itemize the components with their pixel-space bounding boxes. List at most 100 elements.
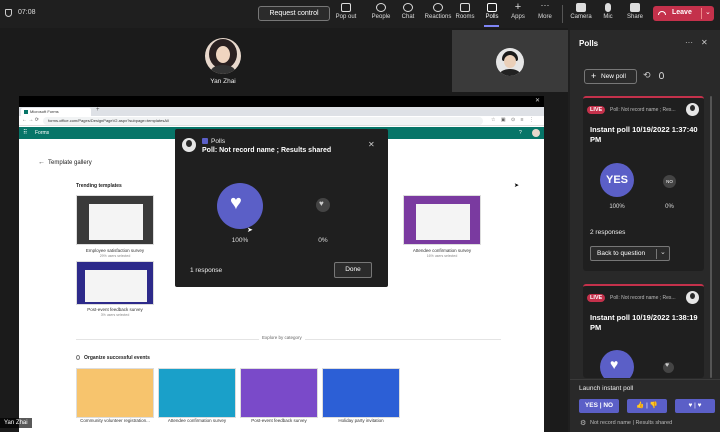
reactions-label: Reactions (424, 14, 452, 20)
launch-thumbs-button[interactable]: 👍 | 👎 (627, 399, 667, 413)
camera-icon (576, 3, 586, 12)
template-employee-satisfaction[interactable] (76, 195, 154, 245)
poll-card: LIVE Poll: Not record name ; Res... Inst… (583, 284, 704, 378)
user-avatar[interactable] (532, 129, 540, 137)
plus-icon: + (591, 71, 597, 81)
option2-percent: 0% (318, 237, 328, 244)
no-bubble: NO (663, 175, 676, 188)
template-usage: 16% users selected (426, 254, 458, 258)
help-icon[interactable]: ? (519, 130, 522, 136)
self-body (500, 69, 520, 76)
more-options-icon[interactable]: ··· (685, 38, 693, 47)
panel-divider (570, 379, 720, 380)
launch-instant-poll-label: Launch instant poll (579, 385, 634, 392)
rooms-label: Rooms (455, 14, 475, 20)
share-button[interactable]: Share (622, 3, 648, 20)
event-caption: Community volunteer registration... (80, 418, 150, 423)
back-to-question-button[interactable]: Back to question ⌄ (590, 246, 670, 261)
template-attendee-confirmation[interactable] (403, 195, 481, 245)
new-tab-icon[interactable]: + (96, 107, 100, 113)
event-template[interactable] (240, 368, 318, 418)
new-poll-label: New poll (601, 73, 626, 80)
launch-hearts-button[interactable]: ♥ | ♥ (675, 399, 715, 413)
event-template[interactable] (322, 368, 400, 418)
chat-button[interactable]: Chat (395, 3, 421, 20)
avatar-face (216, 46, 230, 63)
rooms-button[interactable]: Rooms (452, 3, 478, 20)
reactions-icon (433, 3, 443, 12)
back-arrow-icon[interactable]: ← (38, 159, 45, 166)
event-template[interactable] (76, 368, 154, 418)
panel-scrollbar[interactable] (710, 96, 712, 378)
camera-label: Camera (570, 14, 592, 20)
phone-hangup-icon (658, 11, 666, 15)
settings-gear-icon[interactable]: ⚙ (580, 419, 586, 427)
launch-yes-no-button[interactable]: YES | NO (579, 399, 619, 413)
url-text: forms.office.com/Pages/DesignPageV2.aspx… (48, 118, 169, 123)
mouse-cursor: ➤ (247, 227, 253, 234)
poll-card-header: Poll: Not record name ; Res... (610, 295, 676, 301)
share-label: Share (626, 14, 643, 20)
poll-card-avatar (686, 291, 699, 304)
reactions-button[interactable]: Reactions (423, 3, 453, 20)
close-icon[interactable]: ✕ (368, 140, 375, 149)
mic-label: Mic (603, 14, 613, 20)
heart-bubble-empty: ♥ (663, 362, 674, 373)
mic-button[interactable]: Mic (595, 3, 621, 20)
lightbulb-icon[interactable] (659, 72, 664, 79)
option1-percent: 100% (231, 237, 249, 244)
polls-app-icon (202, 138, 208, 144)
apps-button[interactable]: + Apps (505, 2, 531, 21)
camera-button[interactable]: Camera (568, 3, 594, 20)
new-poll-button[interactable]: + New poll (584, 69, 637, 84)
chat-label: Chat (401, 14, 415, 20)
heart-icon: ♥ (610, 356, 619, 372)
people-label: People (371, 14, 391, 20)
request-control-button[interactable]: Request control (258, 6, 330, 21)
trending-heading: Trending templates (76, 183, 122, 189)
event-caption: Post-event feedback survey (251, 418, 307, 423)
event-caption: Holiday party invitation (338, 418, 384, 423)
polls-icon (487, 3, 497, 12)
template-caption: Post-event feedback survey (87, 307, 143, 312)
close-icon: ✕ (535, 98, 541, 104)
chevron-down-icon[interactable]: ⌄ (705, 8, 711, 16)
heart-icon: ♥ (319, 199, 324, 208)
participant-avatar (205, 38, 241, 74)
meeting-toolbar: 07:08 Request control Pop out People Cha… (0, 0, 720, 28)
button-divider (656, 249, 657, 259)
done-button[interactable]: Done (334, 262, 372, 278)
history-icon[interactable]: ⟲ (643, 70, 651, 81)
back-to-question-label: Back to question (597, 250, 646, 257)
poll-author-avatar (182, 138, 196, 152)
poll-card-title: Instant poll 10/19/2022 1:38:19 PM (590, 313, 698, 332)
address-bar[interactable]: forms.office.com/Pages/DesignPageV2.aspx… (43, 117, 483, 125)
template-preview (89, 204, 143, 240)
people-icon (376, 3, 386, 12)
mic-icon (605, 3, 611, 12)
participant-name: Yan Zhai (210, 78, 236, 85)
waffle-icon[interactable]: ⠿ (23, 129, 27, 136)
forms-app-name[interactable]: Forms (35, 130, 49, 136)
polls-panel-title: Polls (579, 39, 599, 48)
polls-label: Polls (485, 14, 499, 20)
pop-out-button[interactable]: Pop out (333, 3, 359, 20)
chevron-down-icon[interactable]: ⌄ (660, 248, 666, 256)
browser-tab[interactable]: Microsoft Forms (21, 108, 91, 116)
self-name-label: Yan Zhai (0, 418, 32, 428)
close-icon[interactable]: ✕ (701, 38, 708, 47)
polls-active-indicator (484, 25, 499, 27)
mouse-cursor: ➤ (514, 183, 520, 189)
leave-button[interactable]: Leave ⌄ (653, 6, 714, 21)
nav-arrows-icon[interactable]: ← → ⟳ (22, 117, 39, 123)
shield-icon (5, 9, 12, 17)
polls-button[interactable]: Polls (479, 3, 505, 20)
template-post-event-feedback[interactable] (76, 261, 154, 305)
more-button[interactable]: ··· More (532, 1, 558, 21)
people-button[interactable]: People (368, 3, 394, 20)
event-template[interactable] (158, 368, 236, 418)
browser-extensions-icons[interactable]: ☆ ▣ ⊙ ≡ ⋮ (491, 117, 536, 123)
forms-favicon (24, 110, 28, 114)
poll-settings-summary: Not record name | Results shared (590, 420, 673, 426)
tab-title: Microsoft Forms (30, 109, 59, 114)
